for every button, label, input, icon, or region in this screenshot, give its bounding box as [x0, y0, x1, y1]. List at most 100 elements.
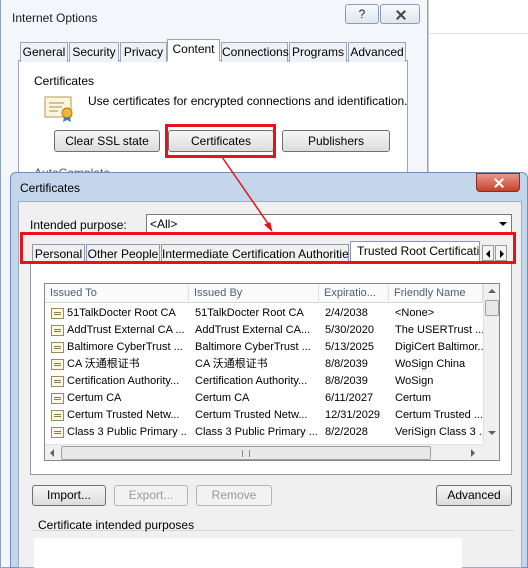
tab-content[interactable]: Content: [167, 39, 220, 61]
help-button[interactable]: ?: [345, 4, 379, 24]
certificate-icon: [51, 410, 64, 421]
tab-programs[interactable]: Programs: [289, 42, 347, 62]
certificate-icon: [51, 359, 64, 370]
tab-advanced[interactable]: Advanced: [348, 42, 406, 62]
column-expiration[interactable]: Expiratio...: [319, 284, 389, 303]
export-button[interactable]: Export...: [114, 485, 188, 506]
tab-privacy[interactable]: Privacy: [120, 42, 167, 62]
arrow-left-icon[interactable]: [50, 449, 54, 457]
publishers-button[interactable]: Publishers: [282, 130, 390, 152]
table-row[interactable]: CA 沃通根证书 CA 沃通根证书 8/8/2039 WoSign China: [45, 356, 483, 373]
certificate-icon: [51, 427, 64, 438]
column-issued-by[interactable]: Issued By: [189, 284, 319, 303]
issued-by-cell: Class 3 Public Primary ...: [195, 426, 318, 438]
tab-scroll-right-button[interactable]: [495, 245, 507, 261]
friendly-name-cell: DigiCert Baltimor...: [395, 341, 483, 353]
expiration-cell: 5/13/2025: [325, 341, 374, 353]
issued-by-cell: Certum CA: [195, 392, 250, 404]
issued-by-cell: Certification Authority...: [195, 375, 308, 387]
column-friendly-name[interactable]: Friendly Name: [389, 284, 483, 303]
intended-purpose-label: Intended purpose:: [30, 218, 127, 232]
tab-scroll-left-button[interactable]: [482, 245, 494, 261]
friendly-name-cell: Certum Trusted ...: [395, 409, 483, 421]
advanced-button[interactable]: Advanced: [436, 485, 512, 506]
friendly-name-cell: <None>: [395, 307, 435, 319]
table-row[interactable]: Certum Trusted Netw... Certum Trusted Ne…: [45, 407, 483, 424]
issued-by-cell: Baltimore CyberTrust ...: [195, 341, 311, 353]
intended-purpose-value: <All>: [150, 217, 178, 231]
friendly-name-cell: VeriSign Class 3 ...: [395, 426, 483, 438]
issued-to-cell: AddTrust External CA ...: [67, 324, 185, 336]
certificate-icon: [51, 308, 64, 319]
expiration-cell: 5/30/2020: [325, 324, 374, 336]
table-row[interactable]: Certification Authority... Certification…: [45, 373, 483, 390]
background-window: [428, 0, 528, 172]
issued-to-cell: Certification Authority...: [67, 375, 180, 387]
expiration-cell: 6/11/2027: [325, 392, 374, 404]
arrow-right-icon: [500, 250, 504, 258]
certificate-icon: [51, 393, 64, 404]
issued-to-cell: Baltimore CyberTrust ...: [67, 341, 183, 353]
table-row[interactable]: Certum CA Certum CA 6/11/2027 Certum: [45, 390, 483, 407]
tab-general[interactable]: General: [20, 42, 68, 62]
issued-by-cell: Certum Trusted Netw...: [195, 409, 308, 421]
certificate-icon: [51, 342, 64, 353]
scroll-thumb[interactable]: [485, 300, 499, 316]
purposes-group-label: Certificate intended purposes: [38, 518, 195, 532]
issued-to-cell: Class 3 Public Primary ...: [67, 426, 187, 438]
column-issued-to[interactable]: Issued To: [45, 284, 189, 303]
friendly-name-cell: WoSign China: [395, 358, 466, 370]
tab-trusted-root[interactable]: Trusted Root Certification: [350, 241, 480, 264]
arrow-left-icon: [486, 250, 490, 258]
expiration-cell: 8/2/2028: [325, 426, 368, 438]
issued-by-cell: CA 沃通根证书: [195, 358, 268, 370]
import-button[interactable]: Import...: [32, 485, 106, 506]
arrow-down-icon[interactable]: [488, 431, 496, 435]
chevron-down-icon: [499, 222, 507, 226]
issued-to-cell: Certum CA: [67, 392, 122, 404]
table-row[interactable]: 51TalkDocter Root CA 51TalkDocter Root C…: [45, 305, 483, 322]
expiration-cell: 8/8/2039: [325, 358, 368, 370]
dialog-title: Certificates: [20, 181, 81, 195]
vertical-scrollbar[interactable]: [483, 284, 499, 444]
scroll-thumb[interactable]: [61, 446, 431, 460]
certificates-button[interactable]: Certificates: [168, 130, 274, 152]
grip-icon: [242, 450, 250, 457]
certificate-icon: [51, 325, 64, 336]
friendly-name-cell: Certum: [395, 392, 432, 404]
tab-other-people[interactable]: Other People: [86, 244, 160, 264]
purposes-text-area: [34, 538, 462, 568]
issued-to-cell: 51TalkDocter Root CA: [67, 307, 176, 319]
expiration-cell: 2/4/2038: [325, 307, 368, 319]
remove-button[interactable]: Remove: [196, 485, 272, 506]
tab-intermediate-ca[interactable]: Intermediate Certification Authorities: [161, 244, 349, 264]
certificate-list[interactable]: Issued To Issued By Expiratio... Friendl…: [44, 283, 500, 461]
certificate-icon: [51, 376, 64, 387]
window-title: Internet Options: [12, 11, 98, 25]
certificate-badge-icon: [44, 96, 73, 122]
table-row[interactable]: Baltimore CyberTrust ... Baltimore Cyber…: [45, 339, 483, 356]
arrow-up-icon[interactable]: [488, 289, 496, 293]
tab-security[interactable]: Security: [69, 42, 119, 62]
table-row[interactable]: AddTrust External CA ... AddTrust Extern…: [45, 322, 483, 339]
friendly-name-cell: The USERTrust ...: [395, 324, 483, 336]
clear-ssl-state-button[interactable]: Clear SSL state: [54, 130, 160, 152]
tab-personal[interactable]: Personal: [32, 244, 85, 264]
issued-by-cell: 51TalkDocter Root CA: [195, 307, 304, 319]
certificates-description: Use certificates for encrypted connectio…: [88, 94, 408, 108]
issued-to-cell: Certum Trusted Netw...: [67, 409, 180, 421]
horizontal-scrollbar[interactable]: [45, 444, 483, 460]
table-row[interactable]: Class 3 Public Primary ... Class 3 Publi…: [45, 424, 483, 441]
friendly-name-cell: WoSign: [395, 375, 434, 387]
divider: [429, 33, 528, 34]
close-button[interactable]: [380, 4, 420, 24]
issued-by-cell: AddTrust External CA...: [195, 324, 311, 336]
list-header: Issued To Issued By Expiratio... Friendl…: [45, 284, 483, 303]
intended-purpose-dropdown[interactable]: <All>: [146, 214, 512, 234]
expiration-cell: 12/31/2029: [325, 409, 381, 421]
arrow-right-icon[interactable]: [471, 449, 475, 457]
dialog-close-button[interactable]: [476, 173, 520, 192]
tab-connections[interactable]: Connections: [221, 42, 289, 62]
issued-to-cell: CA 沃通根证书: [67, 358, 140, 370]
certificates-group-label: Certificates: [34, 74, 95, 88]
